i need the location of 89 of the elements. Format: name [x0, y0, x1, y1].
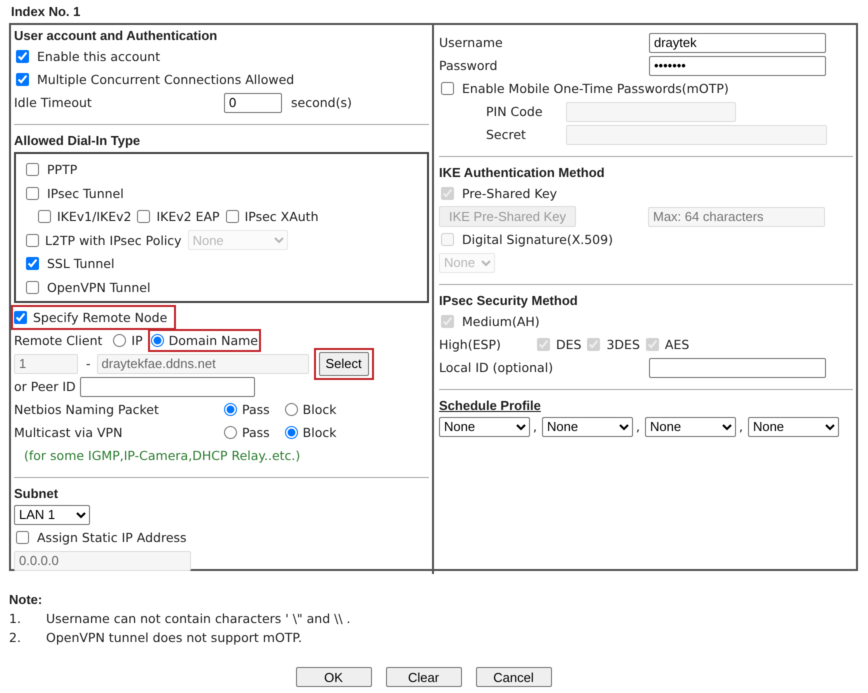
radio-label: Pass [242, 425, 270, 440]
checkbox-label: Digital Signature(X.509) [462, 232, 613, 247]
checkbox-label: DES [556, 337, 582, 352]
checkbox[interactable] [137, 210, 150, 224]
checkbox-label: L2TP with IPsec Policy [45, 232, 182, 248]
input-field[interactable] [80, 376, 255, 396]
checkbox-label: PPTP [47, 162, 78, 178]
radio-label: Pass [242, 402, 270, 417]
separator-text: , [636, 419, 640, 434]
schedule-dropdown[interactable]: None [439, 416, 530, 436]
field-label: Password [439, 58, 498, 73]
field-label: Multicast via VPN [14, 425, 124, 440]
section-heading: Allowed Dial-In Type [14, 132, 142, 150]
checkbox-label: 3DES [606, 337, 640, 352]
section-heading: User account and Authentication [14, 27, 218, 45]
radio-label: IP [131, 333, 143, 348]
checkbox-label: IKEv1/IKEv2 [57, 209, 132, 224]
input-field[interactable]: 0 [224, 92, 282, 112]
field-label: PIN Code [485, 104, 544, 119]
schedule-dropdown[interactable]: None [644, 416, 736, 436]
action-button[interactable]: Cancel [476, 667, 552, 687]
note-number: 1. [9, 611, 22, 626]
input-field[interactable]: draytek [649, 32, 826, 52]
action-button[interactable]: OK [296, 667, 372, 687]
input-field[interactable] [649, 358, 826, 378]
checkbox[interactable] [16, 73, 29, 86]
field-label: Remote Client [14, 333, 102, 348]
checkbox[interactable] [26, 186, 39, 200]
hint-text: (for some IGMP,IP-Camera,DHCP Relay..etc.) [23, 447, 302, 465]
checkbox-label: OpenVPN Tunnel [47, 280, 150, 295]
unit-label: second(s) [291, 95, 352, 110]
checkbox[interactable] [16, 50, 29, 63]
checkbox-label: Multiple Concurrent Connections Allowed [37, 72, 294, 87]
separator-text: , [533, 419, 537, 434]
checkbox[interactable] [26, 163, 39, 176]
radio-label: Domain Name [168, 333, 258, 348]
input-field[interactable]: draytekfae.ddns.net [96, 354, 309, 374]
checkbox-label: Enable Mobile One-Time Passwords(mOTP) [462, 81, 729, 96]
checkbox[interactable] [441, 82, 454, 95]
index-title: Index No. 1 [10, 4, 82, 21]
note-heading: Note: [9, 591, 42, 609]
checkbox[interactable] [38, 210, 51, 224]
subnet-dropdown[interactable]: LAN 1 [14, 504, 90, 524]
schedule-dropdown[interactable]: None [542, 416, 633, 436]
input-field[interactable]: 1 [14, 354, 78, 374]
checkbox-label: IPsec XAuth [244, 209, 318, 224]
radio-button[interactable] [284, 426, 298, 439]
section-heading: IPsec Security Method [439, 292, 579, 310]
schedule-dropdown[interactable]: None [748, 416, 839, 436]
radio-button[interactable] [224, 403, 237, 416]
action-button[interactable]: Clear [386, 667, 462, 687]
checkbox-label: AES [664, 337, 690, 352]
checkbox-label: SSL Tunnel [47, 256, 114, 272]
input-field[interactable]: 0.0.0.0 [14, 550, 191, 570]
select-button[interactable]: Select [318, 352, 369, 376]
section-heading: Schedule Profile [439, 397, 542, 415]
section-heading: Subnet [14, 485, 60, 503]
input-field[interactable]: ••••••• [649, 56, 826, 76]
checkbox-label: IPsec Tunnel [47, 186, 124, 201]
checkbox-label: Enable this account [37, 49, 160, 64]
checkbox-label: Pre-Shared Key [462, 186, 558, 201]
field-label: Local ID (optional) [439, 360, 554, 375]
radio-button[interactable] [113, 334, 126, 347]
field-label: or Peer ID [14, 379, 76, 394]
checkbox[interactable] [226, 210, 239, 224]
checkbox[interactable] [16, 531, 29, 544]
checkbox[interactable] [14, 311, 27, 324]
checkbox-label: IKEv2 EAP [156, 209, 220, 224]
note-text: OpenVPN tunnel does not support mOTP. [46, 630, 302, 645]
checkbox[interactable] [26, 257, 39, 270]
radio-label: Block [302, 425, 336, 440]
radio-button[interactable] [150, 334, 164, 347]
field-label: High(ESP) [439, 337, 502, 352]
field-label: Idle Timeout [14, 95, 93, 110]
note-number: 2. [9, 630, 22, 645]
radio-label: Block [302, 402, 336, 417]
checkbox[interactable] [26, 280, 39, 294]
field-label: Netbios Naming Packet [14, 402, 160, 417]
checkbox-label: Specify Remote Node [33, 310, 168, 325]
note-text: Username can not contain characters ' \" and \\ . [46, 611, 350, 626]
radio-button[interactable] [284, 403, 298, 416]
field-label: Secret [485, 127, 527, 142]
separator-text: , [738, 419, 743, 434]
checkbox-label: Medium(AH) [462, 314, 540, 329]
radio-button[interactable] [224, 426, 237, 439]
separator-text: - [86, 356, 91, 371]
field-label: Username [439, 35, 504, 50]
checkbox-label: Assign Static IP Address [37, 530, 187, 545]
section-heading: IKE Authentication Method [439, 164, 606, 182]
